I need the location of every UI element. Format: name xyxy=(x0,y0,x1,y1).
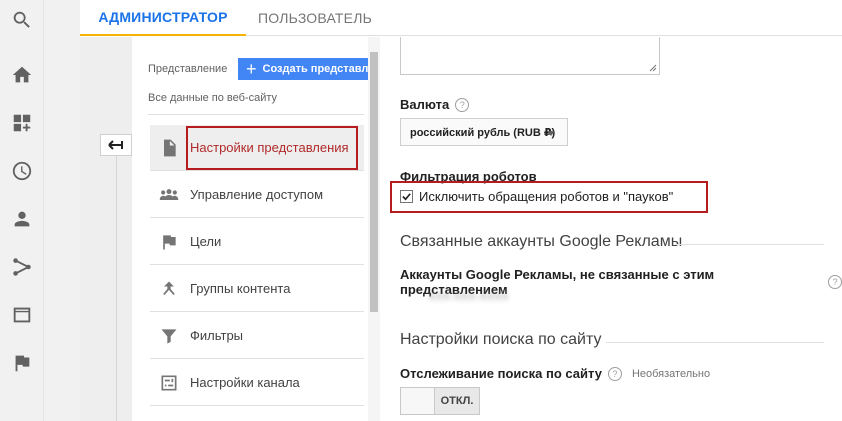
tab-user[interactable]: ПОЛЬЗОВАТЕЛЬ xyxy=(246,0,384,36)
help-icon[interactable]: ? xyxy=(455,97,470,112)
flag-icon[interactable] xyxy=(10,351,34,375)
home-icon[interactable] xyxy=(10,63,34,87)
menu-item-view-settings[interactable]: Настройки представления xyxy=(150,125,364,171)
menu-item-goals[interactable]: Цели xyxy=(150,219,364,265)
create-view-button[interactable]: + Создать представление xyxy=(238,58,368,80)
toggle-knob xyxy=(401,388,435,414)
menu-item-filters[interactable]: Фильтры xyxy=(150,313,364,359)
arrow-up-branch-icon xyxy=(158,278,180,300)
top-tabs: АДМИНИСТРАТОР ПОЛЬЗОВАТЕЛЬ xyxy=(80,0,842,36)
channel-settings-icon xyxy=(158,372,180,394)
help-icon[interactable]: ? xyxy=(607,366,622,381)
view-label: Представление xyxy=(148,63,228,75)
dropdown-caret-icon xyxy=(547,131,555,136)
tab-admin[interactable]: АДМИНИСТРАТОР xyxy=(80,0,246,36)
linked-ads-section-title: Связанные аккаунты Google Рекламы xyxy=(400,233,683,250)
search-icon[interactable] xyxy=(10,8,34,32)
gutter xyxy=(44,0,80,421)
resize-handle-icon[interactable] xyxy=(649,64,657,72)
ads-account-id: XXX-XXX-XXXX xyxy=(428,291,509,303)
share-nodes-icon[interactable] xyxy=(10,255,34,279)
bot-filter-checkbox[interactable] xyxy=(400,190,413,203)
site-search-tracking-field-label: Отслеживание поиска по сайту ? Необязате… xyxy=(400,366,710,381)
checkmark-icon xyxy=(402,193,411,201)
bot-filter-checkbox-row[interactable]: Исключить обращения роботов и "пауков" xyxy=(400,189,673,204)
back-button[interactable] xyxy=(100,134,132,156)
filter-icon xyxy=(158,325,180,347)
view-settings-form: Валюта ? российский рубль (RUB ₽) Фильтр… xyxy=(380,37,842,421)
scrollbar-thumb[interactable] xyxy=(370,52,378,312)
site-search-tracking-label: Отслеживание поиска по сайту xyxy=(400,366,602,381)
dashboard-add-icon[interactable] xyxy=(10,111,34,135)
document-icon xyxy=(158,137,180,159)
menu-item-label: Настройки представления xyxy=(190,140,349,155)
create-view-label: Создать представление xyxy=(262,63,368,75)
bot-filter-checkbox-label: Исключить обращения роботов и "пауков" xyxy=(419,189,674,204)
site-search-toggle[interactable]: ОТКЛ. xyxy=(400,387,480,415)
text-area[interactable] xyxy=(400,37,660,75)
toggle-state-label: ОТКЛ. xyxy=(435,388,479,414)
menu-item-label: Управление доступом xyxy=(190,187,324,202)
window-icon[interactable] xyxy=(10,303,34,327)
flag-icon xyxy=(158,231,180,253)
optional-note: Необязательно xyxy=(631,367,711,380)
menu-item-label: Цели xyxy=(190,234,222,249)
left-nav-rail xyxy=(0,0,44,421)
view-settings-column: Представление + Создать представление Вс… xyxy=(132,37,368,421)
help-icon[interactable]: ? xyxy=(828,275,842,289)
people-icon xyxy=(158,184,180,206)
person-icon[interactable] xyxy=(10,207,34,231)
menu-item-label: Настройки канала xyxy=(190,375,300,390)
view-selector[interactable]: Все данные по веб-сайту xyxy=(148,92,364,115)
currency-value: российский рубль (RUB ₽) xyxy=(410,126,556,139)
clock-icon[interactable] xyxy=(10,159,34,183)
menu-item-channel-settings[interactable]: Настройки канала xyxy=(150,360,364,406)
back-arrow-icon xyxy=(108,140,123,150)
currency-field-label: Валюта ? xyxy=(400,97,470,112)
section-divider xyxy=(676,244,824,245)
plus-icon: + xyxy=(246,59,257,79)
section-divider xyxy=(606,342,824,343)
menu-item-label: Группы контента xyxy=(190,281,291,296)
currency-select[interactable]: российский рубль (RUB ₽) xyxy=(400,118,568,146)
menu-item-content-groups[interactable]: Группы контента xyxy=(150,266,364,312)
menu-item-access-management[interactable]: Управление доступом xyxy=(150,172,364,218)
currency-label: Валюта xyxy=(400,97,450,112)
bot-filter-label: Фильтрация роботов xyxy=(400,169,537,184)
tree-line xyxy=(116,156,117,421)
menu-item-label: Фильтры xyxy=(190,328,244,343)
site-search-section-title: Настройки поиска по сайту xyxy=(400,331,602,348)
